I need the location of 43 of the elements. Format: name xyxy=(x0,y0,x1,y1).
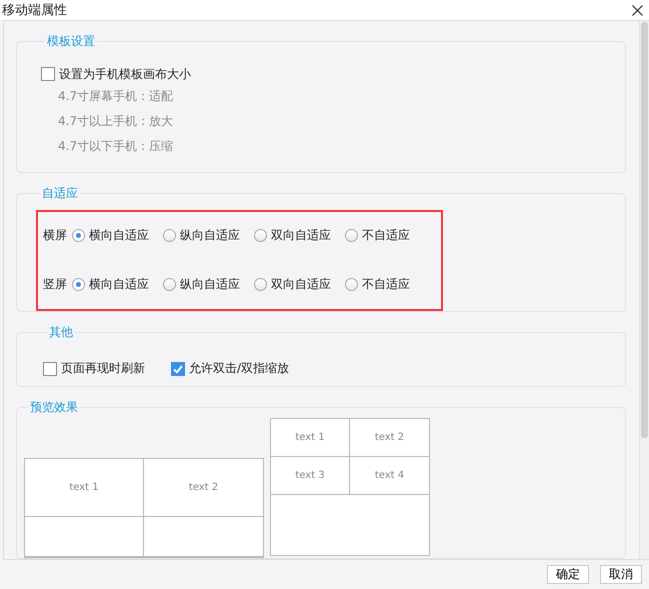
note-text: 4.7寸以下手机：压缩 xyxy=(58,138,174,155)
checkbox[interactable] xyxy=(43,362,57,376)
radio-button[interactable] xyxy=(72,229,85,242)
checkbox-label: 设置为手机模板画布大小 xyxy=(59,66,191,82)
radio-label: 双向自适应 xyxy=(271,276,331,293)
checkbox[interactable] xyxy=(41,67,55,81)
radio-button[interactable] xyxy=(163,278,176,291)
row-label: 竖屏 xyxy=(43,276,68,293)
table-cell: text 1 xyxy=(271,419,350,457)
radio-button[interactable] xyxy=(254,229,267,242)
note-text: 4.7寸屏幕手机：适配 xyxy=(58,88,174,105)
window-title: 移动端属性 xyxy=(2,2,67,19)
radio-label: 横向自适应 xyxy=(89,276,149,293)
row-label: 横屏 xyxy=(43,227,68,244)
scrollbar[interactable] xyxy=(639,21,649,559)
scrollbar-thumb[interactable] xyxy=(641,22,648,438)
dialog-button[interactable]: 确定 xyxy=(547,565,589,584)
dialog-button[interactable]: 取消 xyxy=(600,565,642,584)
checkbox-label: 允许双击/双指缩放 xyxy=(189,360,290,378)
radio-label: 横向自适应 xyxy=(89,227,149,244)
table-cell: text 2 xyxy=(350,419,429,457)
section-title: 自适应 xyxy=(41,184,79,202)
radio-label: 不自适应 xyxy=(362,227,410,244)
checkbox-label: 页面再现时刷新 xyxy=(61,360,145,378)
radio-button[interactable] xyxy=(254,278,267,291)
close-icon[interactable] xyxy=(632,4,643,16)
radio-button[interactable] xyxy=(345,229,358,242)
table-cell: text 2 xyxy=(144,459,263,517)
note-text: 4.7寸以上手机：放大 xyxy=(58,113,174,130)
radio-label: 不自适应 xyxy=(362,276,410,293)
table-cell: text 3 xyxy=(271,457,350,495)
radio-label: 纵向自适应 xyxy=(180,276,240,293)
section-title: 模板设置 xyxy=(46,33,96,50)
section-title: 其他 xyxy=(48,324,74,341)
radio-button[interactable] xyxy=(72,278,85,291)
radio-button[interactable] xyxy=(345,278,358,291)
radio-label: 双向自适应 xyxy=(271,227,331,244)
section-title: 预览效果 xyxy=(29,399,79,416)
table-cell: text 4 xyxy=(350,457,429,495)
checkbox[interactable] xyxy=(171,362,185,376)
radio-button[interactable] xyxy=(163,229,176,242)
radio-label: 纵向自适应 xyxy=(180,227,240,244)
table-cell: text 1 xyxy=(25,459,144,517)
